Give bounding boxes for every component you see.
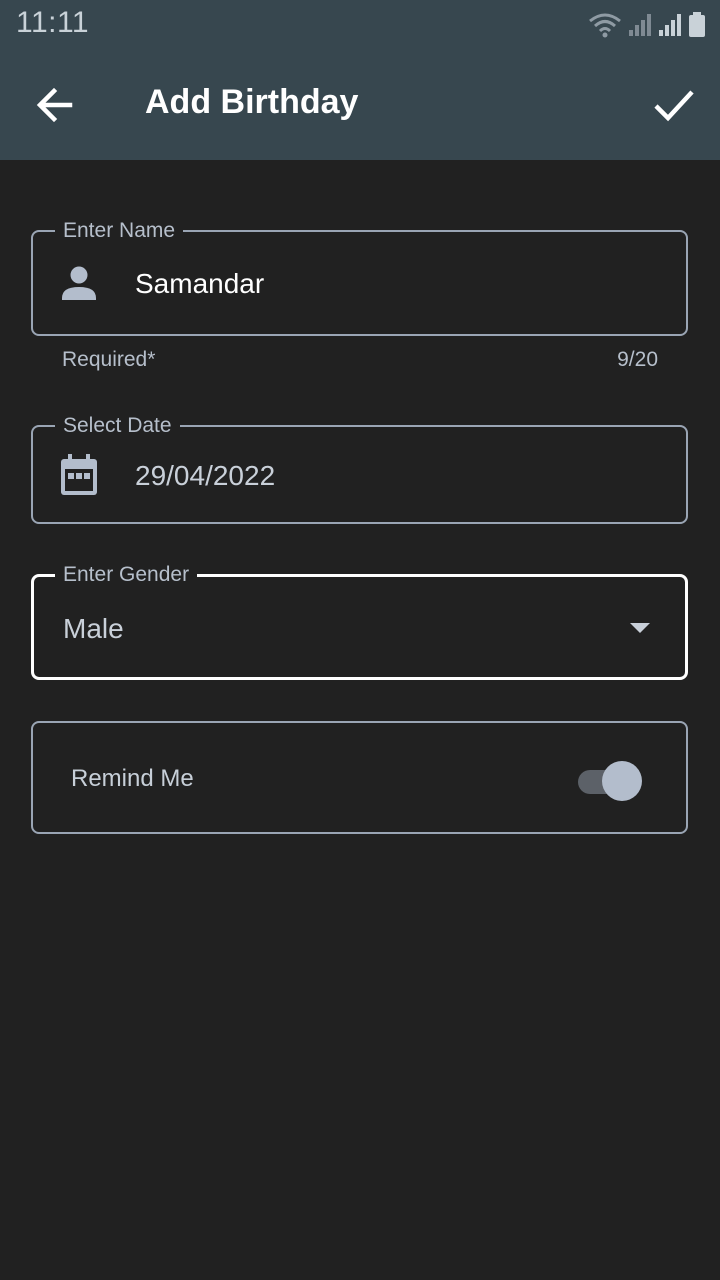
arrow-left-icon <box>36 87 73 123</box>
app-bar: Add Birthday <box>0 50 720 160</box>
page-title: Add Birthday <box>145 83 359 121</box>
name-input[interactable]: Samandar <box>135 268 264 300</box>
name-field[interactable]: Enter Name Samandar <box>31 218 688 336</box>
toggle-thumb <box>602 761 642 801</box>
gender-field-label: Enter Gender <box>55 562 198 588</box>
name-char-counter: 9/20 <box>617 348 658 371</box>
date-field-label: Select Date <box>55 413 180 439</box>
gender-dropdown[interactable]: Enter Gender Male <box>31 562 688 680</box>
date-field[interactable]: Select Date 29/04/2022 <box>31 413 688 524</box>
gender-selected-value[interactable]: Male <box>63 613 124 645</box>
dropdown-arrow-icon[interactable] <box>629 621 651 635</box>
name-field-label: Enter Name <box>55 218 184 244</box>
status-time: 11:11 <box>16 6 90 39</box>
remind-me-toggle[interactable] <box>576 761 642 801</box>
signal-icon <box>629 14 651 36</box>
signal-icon <box>659 14 681 36</box>
save-button[interactable] <box>648 80 698 130</box>
person-icon <box>62 266 96 300</box>
battery-icon <box>689 12 705 37</box>
date-input[interactable]: 29/04/2022 <box>135 460 275 492</box>
remind-me-label: Remind Me <box>71 765 194 792</box>
status-bar: 11:11 <box>0 0 720 50</box>
calendar-icon <box>61 454 97 495</box>
remind-me-card: Remind Me <box>31 721 688 834</box>
status-icons <box>588 10 706 40</box>
name-helper-text: Required* <box>62 348 156 371</box>
check-icon <box>654 90 694 122</box>
wifi-icon <box>589 13 621 38</box>
back-button[interactable] <box>30 82 80 128</box>
